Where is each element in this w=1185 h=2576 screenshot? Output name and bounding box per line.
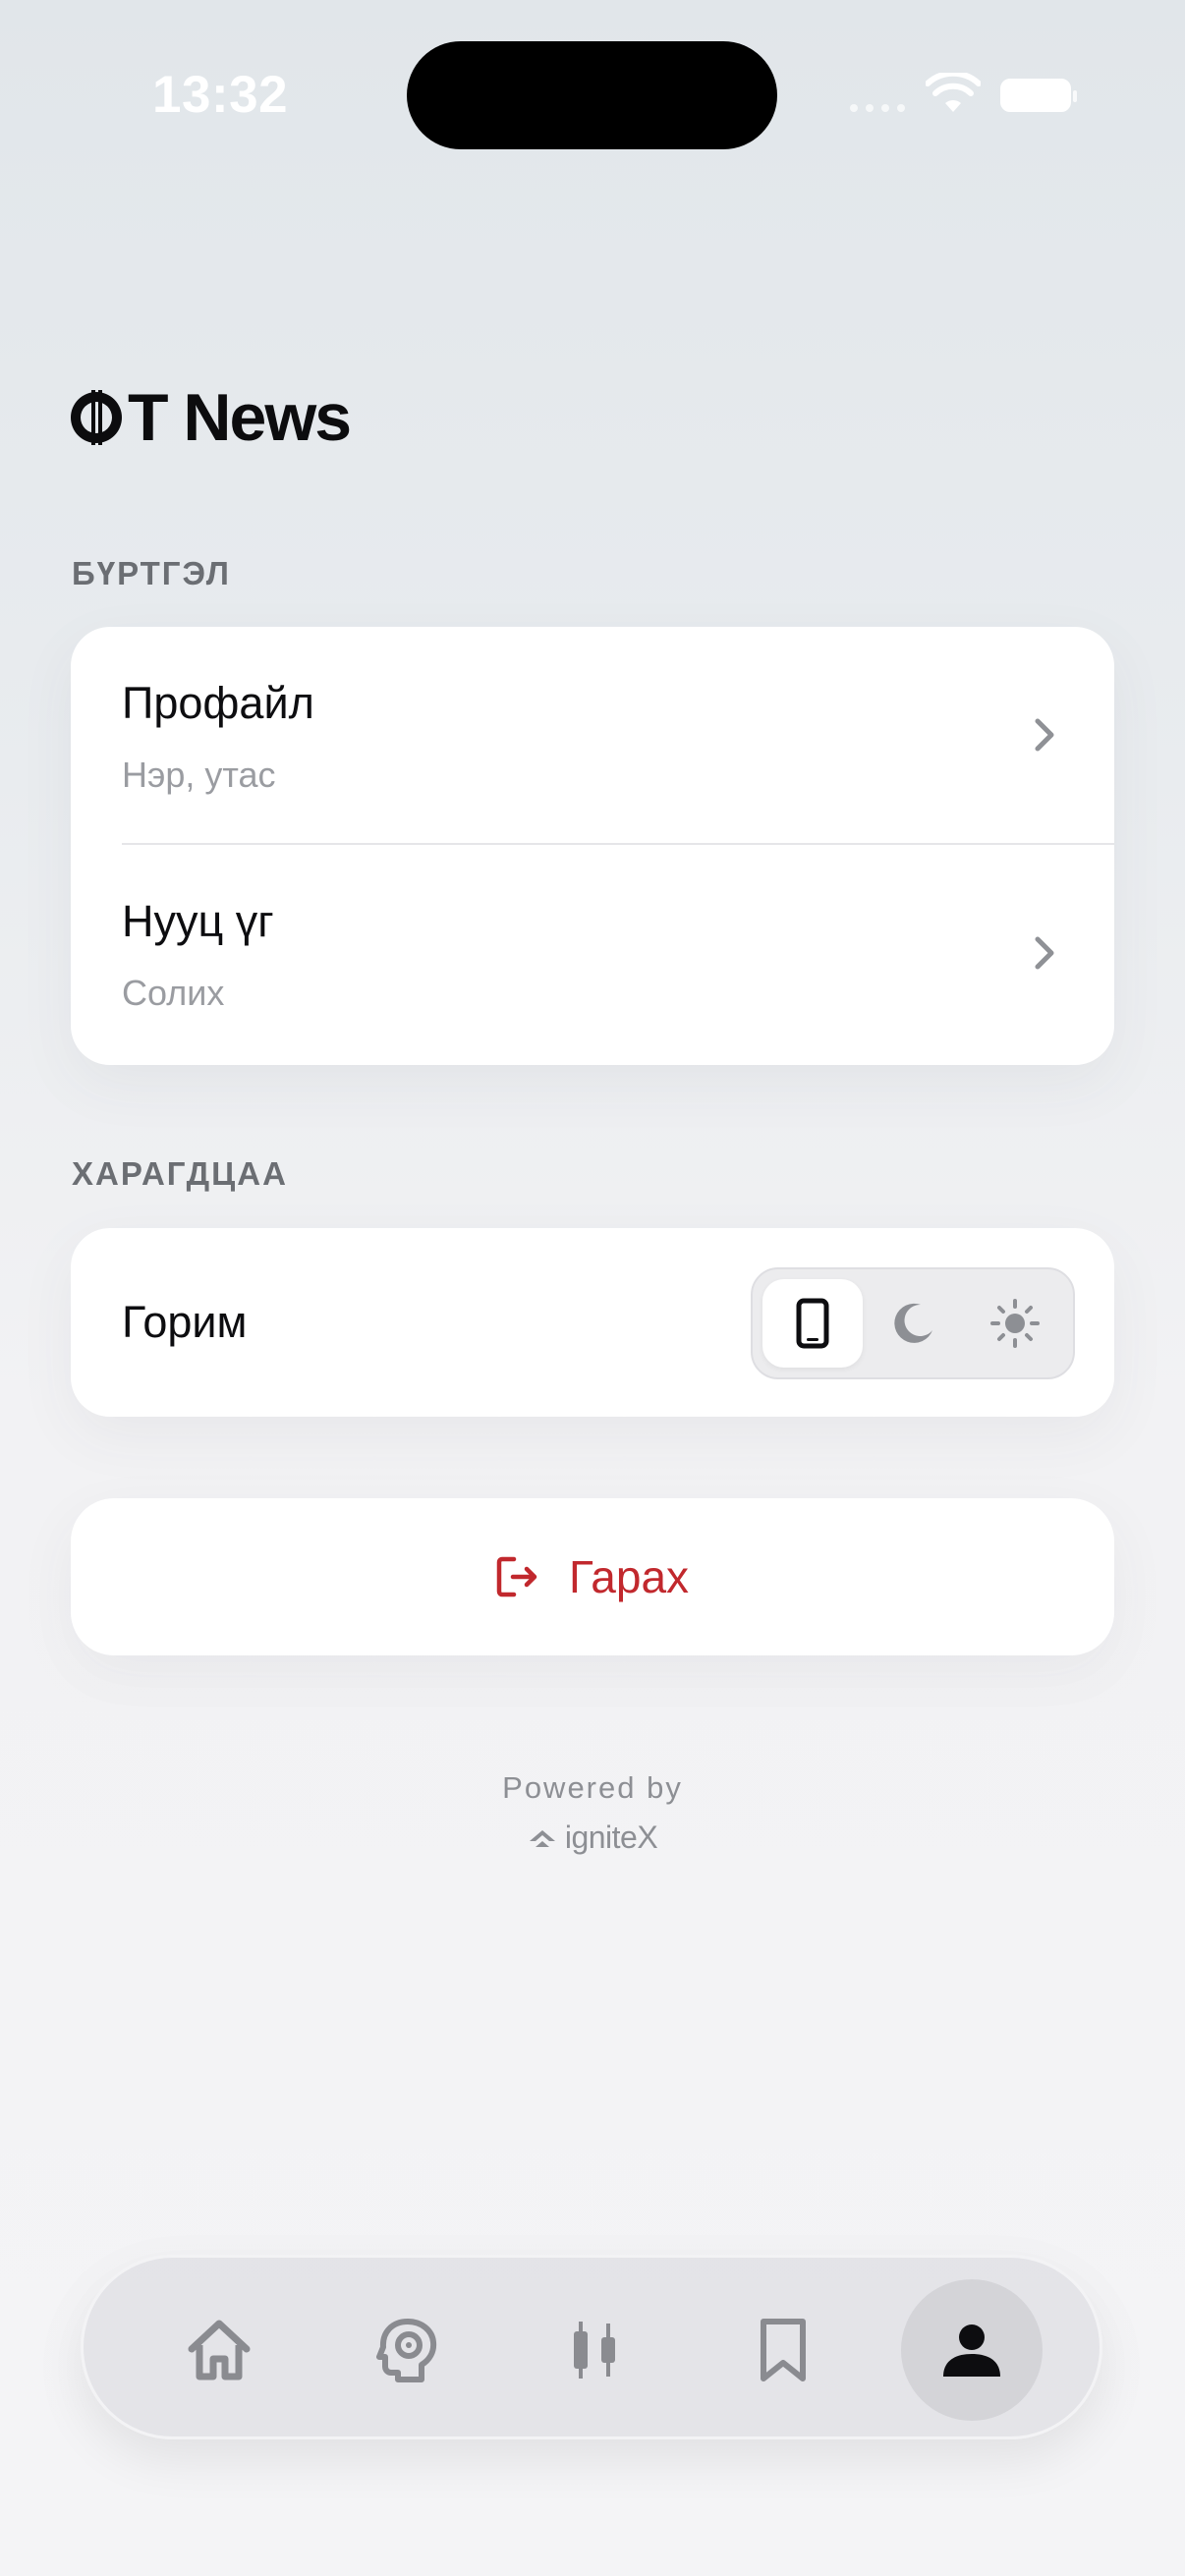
home-icon xyxy=(188,2320,251,2380)
tab-markets[interactable] xyxy=(524,2279,665,2421)
profile-subtitle: Нэр, утас xyxy=(122,755,276,795)
moon-icon xyxy=(894,1303,932,1343)
appearance-card: Горим xyxy=(71,1228,1114,1417)
phone-icon xyxy=(796,1298,829,1349)
mode-option-light[interactable] xyxy=(965,1279,1065,1368)
mode-option-dark[interactable] xyxy=(864,1279,964,1368)
chevron-right-icon xyxy=(1035,718,1054,752)
wifi-icon xyxy=(926,73,981,112)
logout-button[interactable]: Гарах xyxy=(71,1498,1114,1655)
dynamic-island xyxy=(407,41,777,149)
signal-icon xyxy=(850,104,905,112)
password-title: Нууц үг xyxy=(122,896,274,946)
sun-icon xyxy=(990,1299,1040,1348)
logout-icon xyxy=(496,1556,537,1597)
tab-bar xyxy=(81,2255,1102,2439)
battery-icon xyxy=(1000,79,1077,112)
tab-ai[interactable] xyxy=(337,2279,479,2421)
logo-text: T News xyxy=(128,380,352,455)
tab-bookmarks[interactable] xyxy=(712,2279,854,2421)
powered-by-text: Powered by xyxy=(502,1770,683,1805)
bookmark-icon xyxy=(761,2319,806,2381)
candlestick-icon xyxy=(574,2322,615,2379)
profile-row[interactable]: Профайл Нэр, утас xyxy=(71,627,1114,843)
brand-logo: igniteX xyxy=(0,1820,1185,1856)
profile-icon xyxy=(943,2324,1000,2377)
section-label-account: БҮРТГЭЛ xyxy=(72,555,231,591)
brain-gear-icon xyxy=(376,2319,437,2382)
section-label-appearance: ХАРАГДЦАА xyxy=(72,1155,288,1192)
password-row[interactable]: Нууц үг Солих xyxy=(71,845,1114,1061)
tab-home[interactable] xyxy=(148,2279,290,2421)
profile-title: Профайл xyxy=(122,678,314,728)
password-subtitle: Солих xyxy=(122,973,225,1013)
account-card: Профайл Нэр, утас Нууц үг Солих xyxy=(71,627,1114,1065)
brand-text: igniteX xyxy=(564,1820,658,1855)
app-logo: T News xyxy=(71,378,352,457)
status-bar: 13:32 xyxy=(0,0,1185,196)
logout-label: Гарах xyxy=(568,1551,690,1602)
chevron-right-icon xyxy=(1035,936,1054,970)
tab-profile[interactable] xyxy=(901,2279,1043,2421)
mode-option-system[interactable] xyxy=(762,1279,863,1368)
status-time: 13:32 xyxy=(152,66,289,124)
logo-mark-icon xyxy=(71,390,122,445)
theme-mode-selector xyxy=(751,1267,1075,1379)
mode-label: Горим xyxy=(122,1297,248,1347)
ignitex-logo-icon xyxy=(529,1829,555,1847)
